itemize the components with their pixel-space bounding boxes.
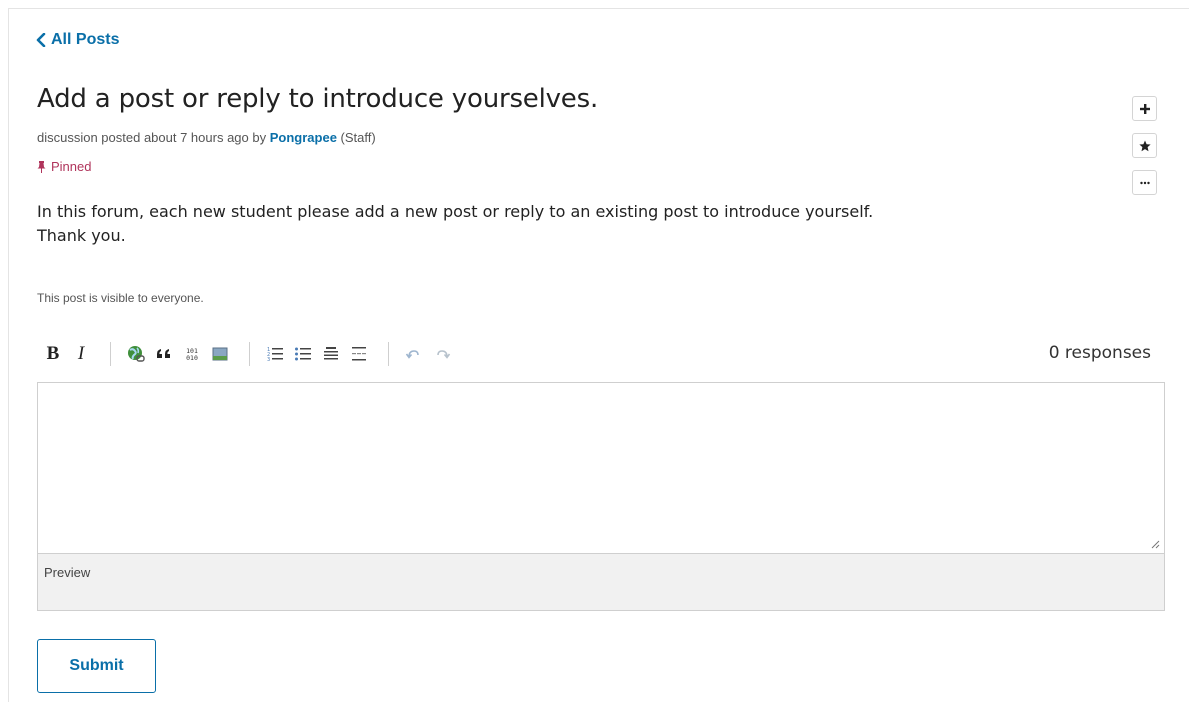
link-icon [128, 346, 145, 362]
responses-count: 0 responses [1048, 343, 1151, 363]
post-title: Add a post or reply to introduce yoursel… [37, 84, 599, 114]
resize-handle-icon[interactable] [1150, 539, 1160, 549]
post-body-line: In this forum, each new student please a… [37, 202, 874, 221]
toolbar-divider [110, 342, 111, 366]
svg-text:010: 010 [186, 354, 198, 362]
pin-icon [37, 160, 46, 173]
undo-button[interactable] [405, 342, 423, 366]
bold-button[interactable]: B [44, 342, 62, 366]
post-meta-prefix: discussion posted about 7 hours ago by [37, 130, 267, 145]
toolbar-divider [249, 342, 250, 366]
post-meta: discussion posted about 7 hours ago by P… [37, 130, 376, 145]
star-button[interactable] [1132, 133, 1157, 158]
numbered-list-button[interactable]: 1 2 3 [266, 342, 284, 366]
redo-button[interactable] [433, 342, 451, 366]
redo-icon [437, 350, 451, 359]
ellipsis-icon [1139, 181, 1150, 184]
visibility-note: This post is visible to everyone. [37, 291, 204, 305]
heading-icon [324, 347, 338, 360]
pinned-badge: Pinned [37, 159, 91, 174]
code-icon: 101 010 [186, 347, 198, 362]
post-body-line: Thank you. [37, 226, 126, 245]
star-icon [1138, 140, 1151, 151]
chevron-left-icon [36, 33, 46, 47]
svg-text:3: 3 [267, 357, 270, 363]
quote-button[interactable] [155, 342, 173, 366]
bulleted-list-button[interactable] [294, 342, 312, 366]
italic-button[interactable]: I [72, 342, 90, 366]
link-button[interactable] [127, 342, 145, 366]
horizontal-rule-icon [352, 347, 366, 361]
more-options-button[interactable] [1132, 170, 1157, 195]
author-role: (Staff) [340, 130, 376, 145]
numbered-list-icon: 1 2 3 [267, 347, 283, 363]
bulleted-list-icon [295, 347, 311, 361]
undo-icon [405, 350, 419, 359]
author-link[interactable]: Pongrapee [270, 130, 337, 145]
preview-panel: Preview [37, 553, 1165, 611]
post-body: In this forum, each new student please a… [37, 200, 1037, 248]
image-button[interactable] [211, 342, 229, 366]
heading-button[interactable] [322, 342, 340, 366]
all-posts-link[interactable]: All Posts [35, 31, 119, 49]
preview-label: Preview [44, 565, 91, 580]
response-editor[interactable] [37, 382, 1165, 554]
pinned-label: Pinned [51, 159, 92, 174]
image-icon [212, 347, 228, 361]
all-posts-label: All Posts [51, 31, 120, 48]
code-button[interactable]: 101 010 [183, 342, 201, 366]
follow-button[interactable] [1132, 96, 1157, 121]
plus-icon [1139, 103, 1150, 114]
toolbar-divider [388, 342, 389, 366]
submit-button[interactable]: Submit [37, 639, 156, 693]
editor-toolbar: B I 101 010 1 2 3 [44, 340, 461, 368]
post-actions [1132, 96, 1157, 195]
horizontal-rule-button[interactable] [350, 342, 368, 366]
quote-icon [157, 349, 170, 358]
